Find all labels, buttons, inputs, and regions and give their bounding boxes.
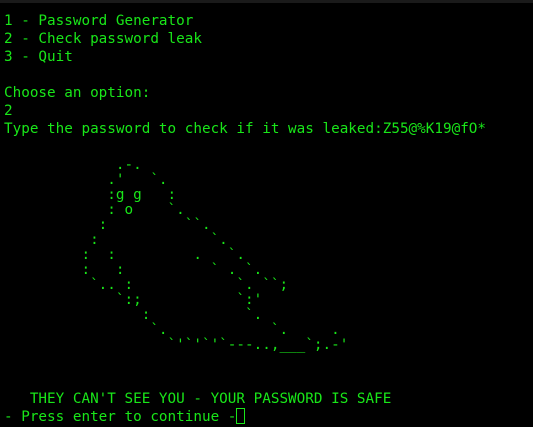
safe-message: THEY CAN'T SEE YOU - YOUR PASSWORD IS SA… xyxy=(4,391,392,407)
choice-input-echo: 2 xyxy=(4,103,13,119)
ascii-art-ghost: .-. .' `. :g g : : o `. : ``. : `. : : .… xyxy=(81,157,349,353)
menu-option-quit: 3 - Quit xyxy=(4,49,73,65)
terminal-window[interactable]: 1 - Password Generator 2 - Check passwor… xyxy=(0,0,533,427)
window-top-border xyxy=(0,0,533,3)
password-prompt-line: Type the password to check if it was lea… xyxy=(4,121,487,137)
menu-option-check-leak: 2 - Check password leak xyxy=(4,31,202,47)
choose-option-prompt: Choose an option: xyxy=(4,85,151,101)
continue-prompt-line[interactable]: - Press enter to continue - xyxy=(4,408,246,426)
text-cursor xyxy=(236,408,246,424)
menu-option-password-generator: 1 - Password Generator xyxy=(4,13,194,29)
continue-prompt: - Press enter to continue - xyxy=(4,409,237,425)
